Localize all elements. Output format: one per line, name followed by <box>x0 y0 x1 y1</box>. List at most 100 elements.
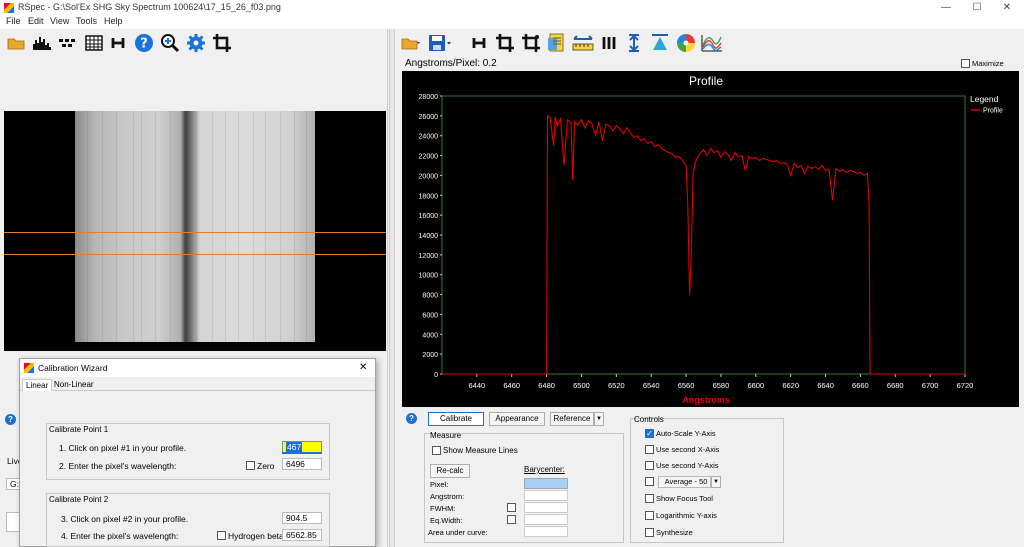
area-under-curve-label: Area under curve: <box>428 528 488 537</box>
ruler-icon[interactable] <box>571 31 595 55</box>
pixel1-value: 467 <box>286 442 303 452</box>
eqwidth-checkbox[interactable] <box>507 515 516 524</box>
wizard-app-icon <box>24 363 34 373</box>
calibrate-button[interactable]: Calibrate <box>428 412 484 426</box>
wizard-close-icon[interactable]: ✕ <box>359 362 367 373</box>
color-wheel-icon[interactable] <box>674 31 698 55</box>
y-tick-label: 14000 <box>419 233 439 240</box>
point1-title: Calibrate Point 1 <box>49 425 109 434</box>
fwhm-value-field[interactable] <box>524 502 568 513</box>
histogram-icon[interactable] <box>30 31 54 55</box>
spectrum-striation <box>265 111 266 342</box>
second-x-axis-label: Use second X-Axis <box>656 445 720 454</box>
y-tick-label: 24000 <box>419 134 439 141</box>
pixel-value-field[interactable] <box>524 478 568 489</box>
pixel2-input[interactable]: 904.5 <box>282 512 322 524</box>
menu-edit[interactable]: Edit <box>28 16 44 26</box>
close-button[interactable]: ✕ <box>997 1 1017 14</box>
open-folder-icon-right[interactable] <box>399 31 423 55</box>
help-icon-left[interactable]: ? <box>5 414 16 425</box>
x-tick-label: 6520 <box>608 381 625 390</box>
zoom-icon[interactable] <box>158 31 182 55</box>
auto-scale-y-checkbox[interactable] <box>645 429 654 438</box>
settings-icon[interactable] <box>184 31 208 55</box>
profile-series-line <box>442 114 965 375</box>
barycenter-label: Barycenter: <box>524 465 565 474</box>
focus-tool-checkbox[interactable] <box>645 494 654 503</box>
y-tick-label: 6000 <box>422 312 438 319</box>
zero-checkbox[interactable] <box>246 461 255 470</box>
area-value-field[interactable] <box>524 526 568 537</box>
y-tick-label: 12000 <box>419 253 439 260</box>
help-icon[interactable]: ? <box>132 31 156 55</box>
lines-icon[interactable] <box>597 31 621 55</box>
angstrom-value-field[interactable] <box>524 490 568 501</box>
reference-dropdown-icon[interactable]: ▼ <box>594 412 604 426</box>
menu-help[interactable]: Help <box>104 16 123 26</box>
vertical-arrows-icon[interactable] <box>622 31 646 55</box>
tab-non-linear[interactable]: Non-Linear <box>51 379 97 391</box>
open-folder-icon[interactable] <box>4 31 28 55</box>
focus-tool-label: Show Focus Tool <box>656 494 713 503</box>
reference-button[interactable]: Reference <box>550 412 594 426</box>
log-y-checkbox[interactable] <box>645 511 654 520</box>
x-tick-label: 6700 <box>922 381 939 390</box>
point2-title: Calibrate Point 2 <box>49 495 109 504</box>
minimize-button[interactable]: — <box>936 1 956 14</box>
point1-step1: 1. Click on pixel #1 in your profile. <box>59 443 187 453</box>
menu-tools[interactable]: Tools <box>76 16 97 26</box>
crop-icon-right[interactable] <box>493 31 517 55</box>
menu-view[interactable]: View <box>50 16 69 26</box>
x-tick-label: 6680 <box>887 381 904 390</box>
spectrum-striation <box>170 111 171 342</box>
spectrum-striation <box>133 111 134 342</box>
spectrum-striation <box>238 111 239 342</box>
second-y-axis-label: Use second Y-Axis <box>656 461 719 470</box>
appearance-button[interactable]: Appearance <box>489 412 545 426</box>
path-field[interactable]: G:\ <box>6 478 21 490</box>
pixel1-focus-underline <box>282 452 322 454</box>
filter-icon[interactable] <box>648 31 672 55</box>
maximize-checkbox[interactable] <box>961 59 970 68</box>
help-icon-right[interactable]: ? <box>406 413 417 424</box>
h-icon[interactable] <box>106 31 130 55</box>
maximize-button[interactable]: ☐ <box>967 1 987 14</box>
tab-linear[interactable]: Linear <box>22 379 53 391</box>
wavelength1-input[interactable]: 6496 <box>282 458 322 470</box>
notes-icon[interactable] <box>545 31 569 55</box>
save-icon[interactable] <box>428 31 452 55</box>
point1-step2: 2. Enter the pixel's wavelength: <box>59 461 177 471</box>
average-checkbox[interactable] <box>645 477 654 486</box>
hydrogen-beta-checkbox[interactable] <box>217 531 226 540</box>
x-tick-label: 6460 <box>503 381 520 390</box>
binning-icon[interactable] <box>56 31 80 55</box>
profile-band-top[interactable] <box>4 232 386 233</box>
h-icon-right[interactable] <box>467 31 491 55</box>
show-measure-lines-checkbox[interactable] <box>432 446 441 455</box>
average-dropdown-icon[interactable]: ▼ <box>711 476 721 488</box>
profile-band-bottom[interactable] <box>4 254 386 255</box>
grid-icon[interactable] <box>82 31 106 55</box>
x-tick-label: 6440 <box>469 381 486 390</box>
y-tick-label: 8000 <box>422 293 438 300</box>
average-select[interactable]: Average - 50 <box>658 476 711 488</box>
crop-icon[interactable] <box>210 31 234 55</box>
synthesize-checkbox[interactable] <box>645 528 654 537</box>
wavelength2-input[interactable]: 6562.85 <box>282 529 322 541</box>
spectrum-striation <box>102 111 103 342</box>
second-y-axis-checkbox[interactable] <box>645 461 654 470</box>
splitter[interactable] <box>389 29 395 547</box>
recalc-button[interactable]: Re-calc <box>430 464 470 478</box>
x-axis-label: Angstroms <box>682 395 730 405</box>
spectra-icon[interactable] <box>700 31 724 55</box>
menu-file[interactable]: File <box>6 16 21 26</box>
profile-chart[interactable]: Profile 0 2000 4000 6000 8000 10000 12000 14000… <box>402 71 1019 407</box>
show-measure-lines-label: Show Measure Lines <box>443 446 518 455</box>
auto-scale-y-label: Auto-Scale Y-Axis <box>656 429 716 438</box>
x-tick-label: 6540 <box>643 381 660 390</box>
fwhm-checkbox[interactable] <box>507 503 516 512</box>
second-x-axis-checkbox[interactable] <box>645 445 654 454</box>
eqwidth-value-field[interactable] <box>524 514 568 525</box>
crop-alt-icon[interactable] <box>519 31 543 55</box>
y-tick-label: 20000 <box>419 173 439 180</box>
